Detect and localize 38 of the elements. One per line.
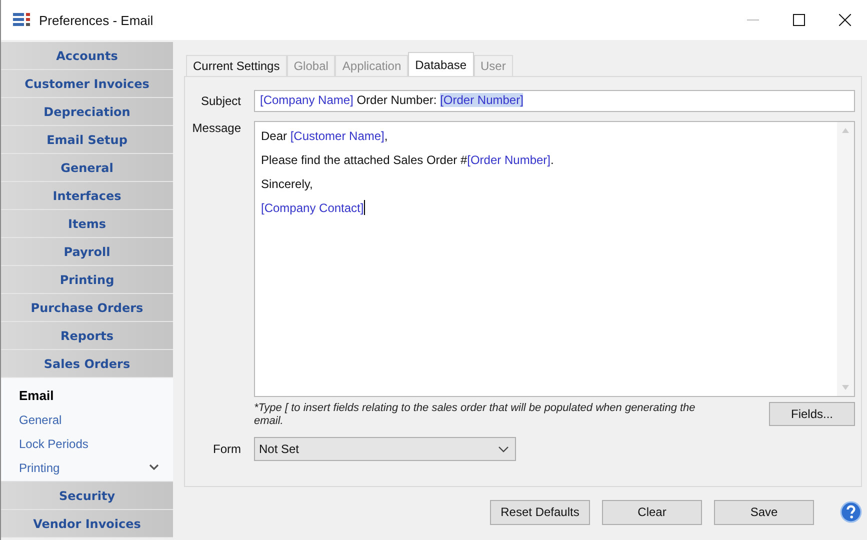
form-dropdown[interactable]: Not Set [254, 437, 516, 461]
action-button[interactable]: Clear [602, 500, 702, 524]
sidebar-item[interactable]: Email Setup [1, 126, 173, 154]
sidebar-item[interactable]: Depreciation [1, 98, 173, 126]
sidebar-item[interactable]: Items [1, 210, 173, 238]
message-label: Message [191, 121, 241, 135]
sidebar-item[interactable]: Purchase Orders [1, 294, 173, 322]
sidebar-item[interactable]: Sales Orders [1, 350, 173, 378]
window-title: Preferences - Email [39, 12, 154, 28]
maximize-icon[interactable] [793, 14, 805, 26]
app-icon [13, 13, 31, 27]
chevron-down-icon [498, 446, 509, 452]
sidebar-subitem[interactable]: General [19, 412, 62, 426]
action-button[interactable]: Reset Defaults [490, 500, 590, 524]
sidebar-item[interactable]: Vendor Invoices [1, 510, 173, 538]
sidebar-item[interactable]: General [1, 154, 173, 182]
sidebar-item[interactable]: Accounts [1, 42, 173, 70]
sidebar-subitem[interactable]: Lock Periods [19, 436, 88, 450]
sidebar-item[interactable]: Interfaces [1, 182, 173, 210]
close-icon[interactable] [839, 14, 851, 26]
tab[interactable]: Current Settings [186, 55, 287, 76]
sidebar-subitem[interactable]: Email [19, 388, 54, 403]
message-field[interactable]: Dear [Customer Name], Please find the attached Sales Order #[Order Number]. Sincerely, [Company Contact] [254, 121, 855, 397]
sidebar-item[interactable]: Payroll [1, 238, 173, 266]
fields-button[interactable]: Fields... [769, 402, 855, 426]
sidebar-subitem[interactable]: Printing [19, 460, 60, 474]
sidebar-item[interactable]: Customer Invoices [1, 70, 173, 98]
subject-label: Subject [200, 94, 241, 108]
sidebar-item[interactable]: Reports [1, 322, 173, 350]
form-label: Form [212, 442, 241, 456]
tab[interactable]: Database [408, 52, 474, 76]
subject-field[interactable]: [Company Name] Order Number: [Order Number] [254, 90, 855, 112]
chevron-down-icon[interactable] [149, 464, 159, 471]
action-button[interactable]: Save [714, 500, 814, 524]
hint-text: *Type [ to insert fields relating to the sales order that will be populated when generating the email. [254, 402, 696, 428]
help-icon[interactable] [840, 501, 862, 523]
sidebar-item[interactable]: Security [1, 482, 173, 510]
sidebar-item[interactable]: Printing [1, 266, 173, 294]
